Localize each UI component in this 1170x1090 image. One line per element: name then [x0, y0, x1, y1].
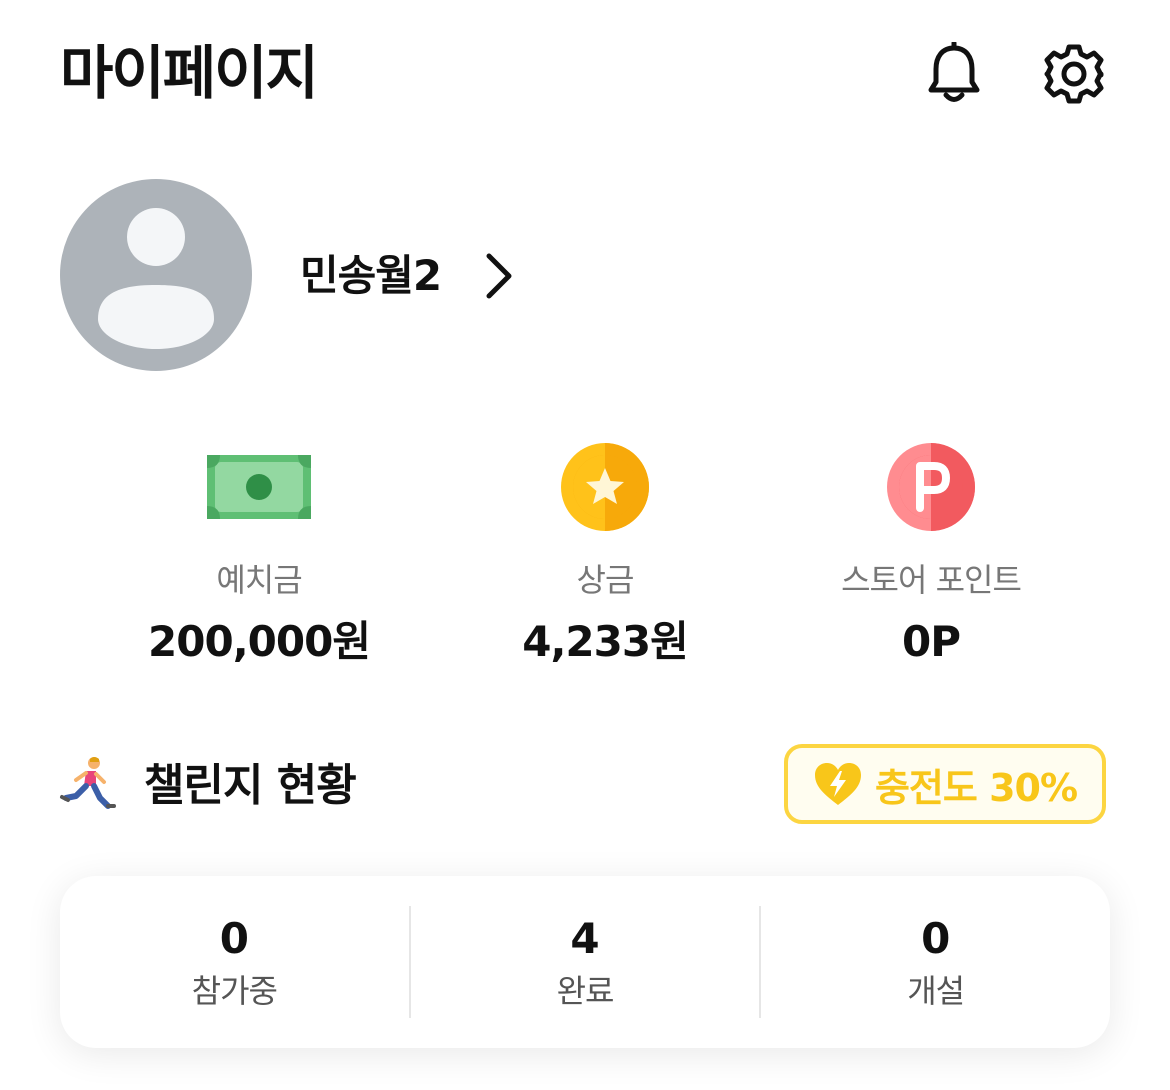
settings-button[interactable] [1032, 32, 1116, 116]
running-person-icon [58, 754, 118, 814]
gear-icon [1044, 44, 1104, 104]
page-title: 마이페이지 [60, 39, 319, 107]
charge-level-text: 충전도 30% [874, 765, 1078, 810]
store-point-value: 0P [901, 617, 961, 666]
charge-level-badge[interactable]: 충전도 30% [784, 744, 1106, 824]
completed-count: 4 [570, 914, 600, 963]
bell-icon [928, 42, 980, 102]
challenge-status-title: 챌린지 현황 [144, 760, 357, 811]
prize-stat[interactable]: 상금 4,233원 [440, 442, 770, 668]
money-bill-icon [94, 442, 424, 532]
profile-chevron-button[interactable] [478, 250, 518, 302]
created-label: 개설 [907, 972, 965, 1010]
point-coin-icon [766, 442, 1096, 532]
participating-count: 0 [219, 914, 249, 963]
summary-created[interactable]: 0 개설 [761, 876, 1110, 1048]
profile-avatar[interactable] [60, 179, 252, 371]
notifications-button[interactable] [912, 32, 996, 116]
store-point-label: 스토어 포인트 [841, 561, 1022, 599]
default-avatar-icon [98, 208, 214, 349]
deposit-label: 예치금 [216, 561, 302, 599]
star-coin-icon [440, 442, 770, 532]
summary-completed[interactable]: 4 완료 [411, 876, 760, 1048]
completed-label: 완료 [556, 972, 615, 1010]
prize-value: 4,233원 [522, 617, 689, 666]
chevron-right-icon [486, 253, 512, 299]
participating-label: 참가중 [191, 972, 278, 1010]
summary-participating[interactable]: 0 참가중 [60, 876, 409, 1048]
challenge-summary-card: 0 참가중 4 완료 0 개설 [60, 876, 1110, 1048]
created-count: 0 [921, 914, 951, 963]
store-point-stat[interactable]: 스토어 포인트 0P [766, 442, 1096, 668]
heart-bolt-icon [814, 763, 861, 805]
prize-label: 상금 [576, 561, 635, 599]
deposit-stat[interactable]: 예치금 200,000원 [94, 442, 424, 668]
profile-name[interactable]: 민송월2 [300, 248, 442, 304]
deposit-value: 200,000원 [148, 617, 371, 666]
